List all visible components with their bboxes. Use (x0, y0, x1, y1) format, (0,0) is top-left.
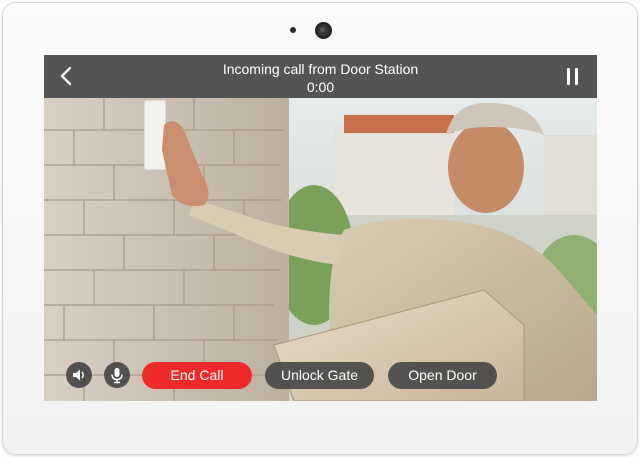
pause-button[interactable] (560, 64, 586, 90)
camera-feed (44, 55, 597, 401)
open-door-button[interactable]: Open Door (388, 362, 497, 389)
background-roof (344, 115, 454, 133)
speaker-button[interactable] (66, 362, 92, 388)
call-title: Incoming call from Door Station (222, 61, 419, 77)
unlock-gate-button[interactable]: Unlock Gate (265, 362, 374, 389)
camera-lens-icon (315, 22, 332, 39)
background-house (334, 125, 454, 215)
microphone-icon (111, 368, 123, 384)
call-timer: 0:00 (306, 79, 335, 95)
end-call-button[interactable]: End Call (142, 362, 252, 389)
background-house-right (544, 135, 597, 215)
person-face (448, 121, 524, 213)
doorbell-plate (143, 99, 167, 171)
speaker-icon (73, 369, 84, 381)
pause-icon (575, 68, 578, 85)
intercom-screen: Incoming call from Door Station 0:00 End… (44, 55, 597, 401)
call-header-bar: Incoming call from Door Station 0:00 (44, 55, 597, 98)
sensor-icon (290, 27, 296, 33)
pause-icon (567, 68, 570, 85)
microphone-button[interactable] (104, 362, 130, 388)
